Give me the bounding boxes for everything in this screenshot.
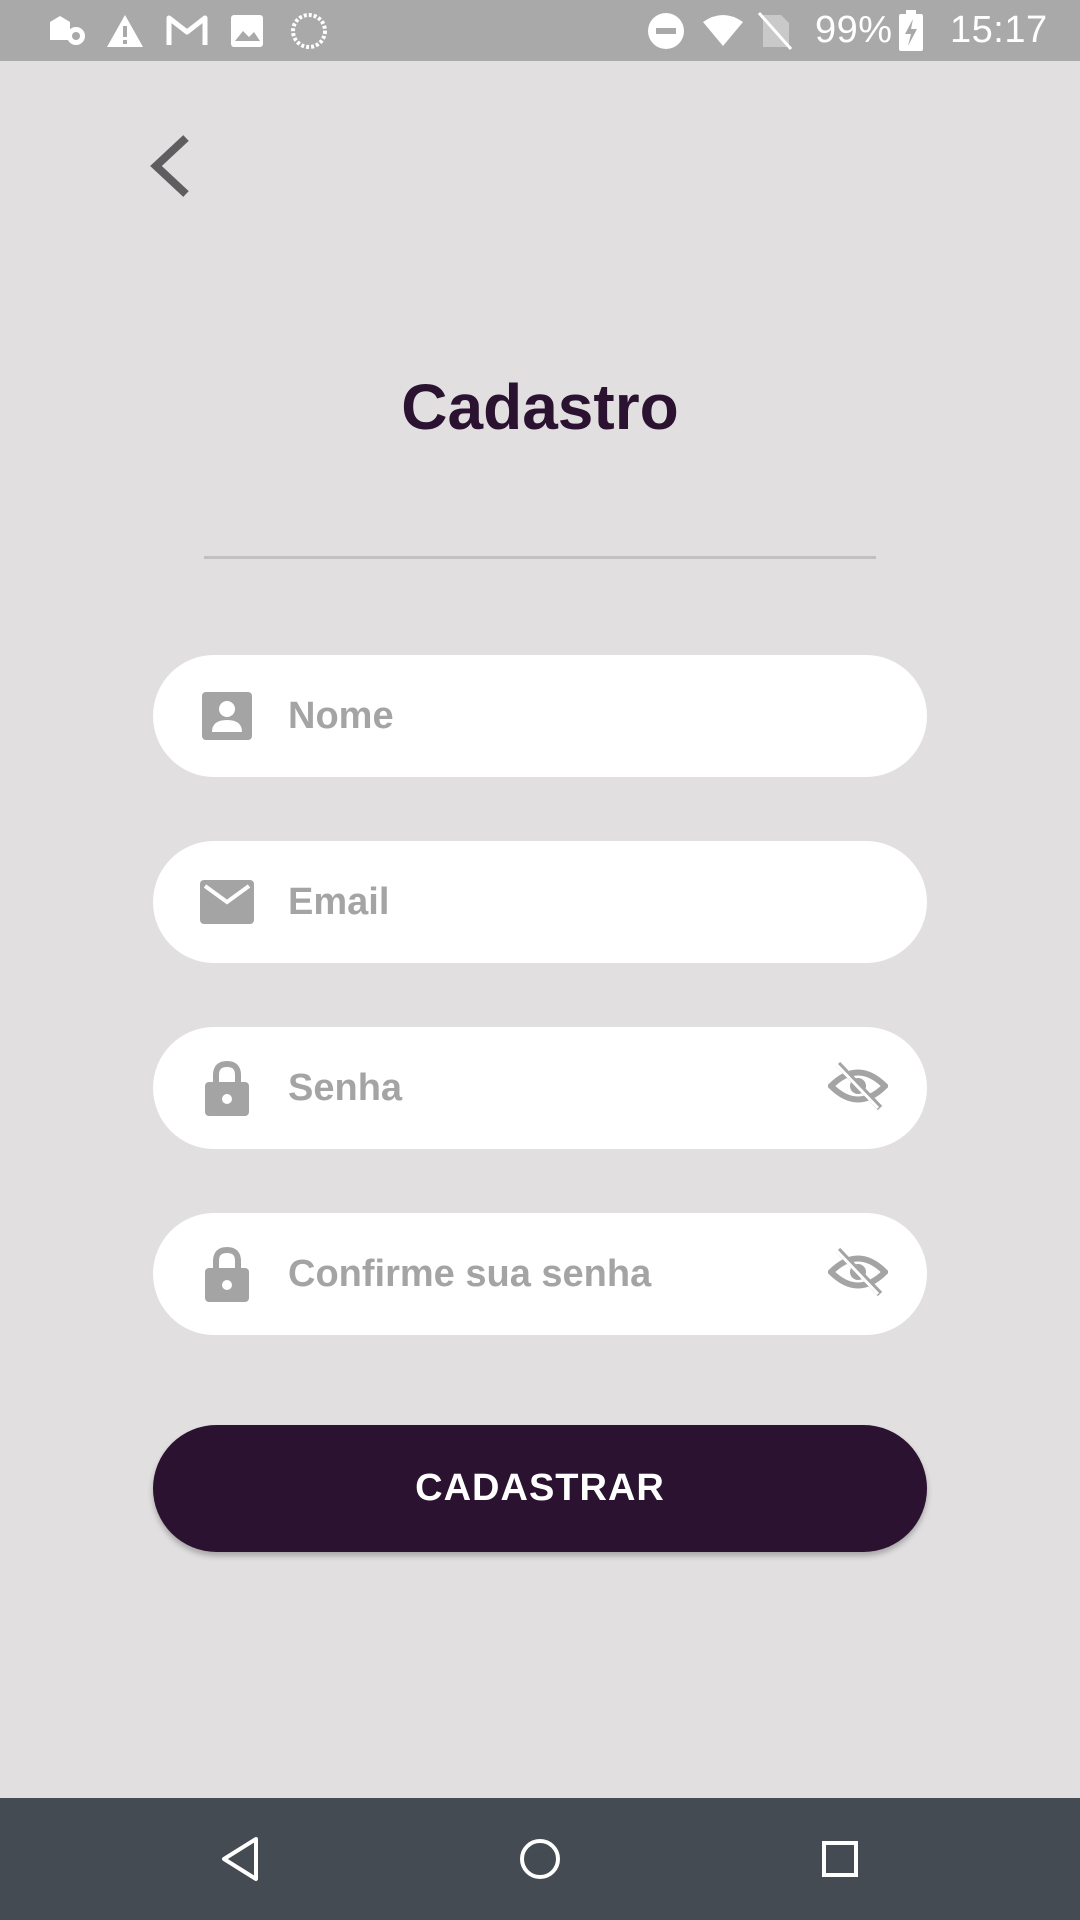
app-notification-icon	[46, 0, 86, 61]
do-not-disturb-icon	[647, 0, 685, 61]
gmail-icon	[166, 0, 208, 61]
nav-recents-icon[interactable]	[803, 1822, 877, 1896]
battery-percentage: 99%	[815, 9, 893, 51]
eye-off-icon	[826, 1246, 890, 1302]
register-button[interactable]: CADASTRAR	[153, 1425, 927, 1552]
back-button[interactable]	[135, 120, 205, 216]
title-divider	[204, 556, 876, 559]
page-title: Cadastro	[401, 371, 679, 443]
warning-icon	[105, 0, 145, 61]
password-field[interactable]	[153, 1027, 927, 1149]
lock-icon	[199, 1246, 255, 1302]
sync-icon	[290, 0, 328, 61]
confirm-password-input[interactable]	[288, 1213, 808, 1335]
image-icon	[229, 0, 265, 61]
navigation-bar	[0, 1798, 1080, 1920]
nav-back-icon[interactable]	[203, 1822, 277, 1896]
password-visibility-toggle[interactable]	[826, 1057, 890, 1119]
nav-home-icon[interactable]	[503, 1822, 577, 1896]
confirm-password-visibility-toggle[interactable]	[826, 1243, 890, 1305]
email-input[interactable]	[288, 841, 808, 963]
chevron-left-icon	[148, 134, 192, 203]
wifi-icon	[702, 0, 744, 61]
battery-charging-icon	[898, 0, 924, 61]
lock-icon	[199, 1060, 255, 1116]
confirm-password-field[interactable]	[153, 1213, 927, 1335]
name-field[interactable]	[153, 655, 927, 777]
name-input[interactable]	[288, 655, 808, 777]
contact-icon	[199, 688, 255, 744]
mail-icon	[199, 874, 255, 930]
status-bar: 99% 15:17	[0, 0, 1080, 61]
email-field[interactable]	[153, 841, 927, 963]
password-input[interactable]	[288, 1027, 808, 1149]
no-sim-icon	[757, 0, 793, 61]
clock: 15:17	[950, 9, 1048, 51]
eye-off-icon	[826, 1060, 890, 1116]
